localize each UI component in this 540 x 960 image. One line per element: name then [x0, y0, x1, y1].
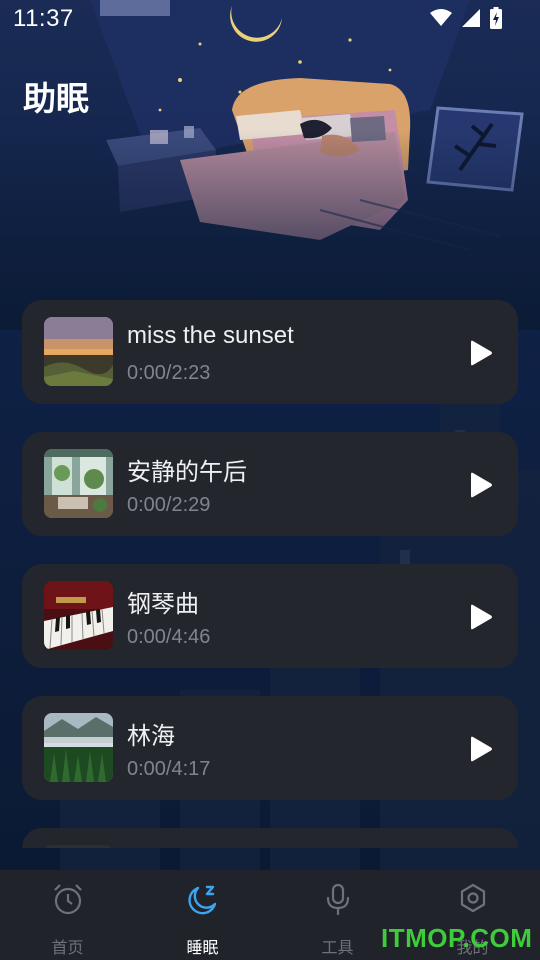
play-icon — [471, 604, 492, 630]
play-icon — [471, 472, 492, 498]
piano-thumbnail — [44, 581, 113, 650]
track-time: 0:00/2:29 — [127, 494, 211, 516]
track-title: 钢琴曲 — [127, 590, 199, 618]
track-time: 0:00/2:23 — [127, 362, 211, 384]
status-time: 11:37 — [13, 5, 74, 32]
wifi-icon — [430, 9, 452, 31]
track-card-partial[interactable] — [22, 828, 518, 848]
track-time: 0:00/4:46 — [127, 626, 211, 648]
cell-signal-icon — [462, 9, 480, 31]
play-button[interactable] — [466, 603, 494, 631]
nav-item-sleep[interactable]: 睡眠 — [135, 870, 270, 960]
track-card[interactable]: 安静的午后 0:00/2:29 — [22, 432, 518, 536]
gear-icon — [456, 882, 490, 920]
play-button[interactable] — [466, 471, 494, 499]
play-icon — [471, 736, 492, 762]
microphone-icon — [321, 882, 355, 920]
play-button[interactable] — [466, 339, 494, 367]
track-card[interactable]: 林海 0:00/4:17 — [22, 696, 518, 800]
battery-charging-icon — [490, 7, 502, 33]
cozy-room-thumbnail — [44, 449, 113, 518]
nav-item-home[interactable]: 首页 — [0, 870, 135, 960]
nav-label: 睡眠 — [186, 938, 219, 957]
watermark: ITMOP.COM — [381, 923, 533, 953]
moon-zzz-icon — [186, 882, 220, 920]
play-icon — [471, 340, 492, 366]
track-list[interactable]: miss the sunset 0:00/2:23 安静的午后 0:00/2:2… — [22, 300, 518, 848]
track-title: 林海 — [127, 722, 175, 750]
status-bar: 11:37 — [0, 0, 540, 36]
sunset-thumbnail — [44, 317, 113, 386]
track-title: miss the sunset — [127, 322, 294, 349]
track-title: 安静的午后 — [127, 458, 247, 486]
nav-label: 首页 — [51, 938, 84, 957]
page-title: 助眠 — [23, 79, 89, 118]
track-time: 0:00/4:17 — [127, 758, 211, 780]
track-card[interactable]: 钢琴曲 0:00/4:46 — [22, 564, 518, 668]
track-card[interactable]: miss the sunset 0:00/2:23 — [22, 300, 518, 404]
forest-thumbnail — [44, 713, 113, 782]
track-thumbnail — [44, 845, 113, 848]
alarm-clock-icon — [51, 882, 85, 920]
play-button[interactable] — [466, 735, 494, 763]
